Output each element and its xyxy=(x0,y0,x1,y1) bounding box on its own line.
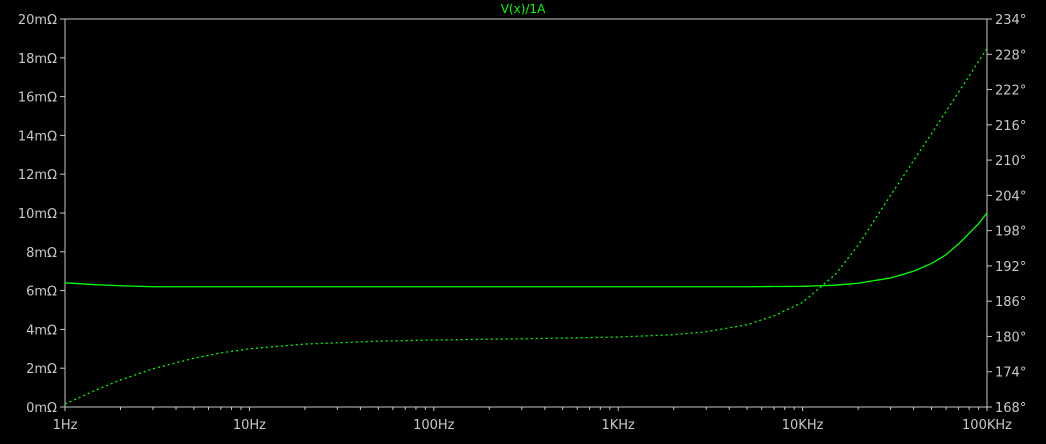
y-right-tick-label: 192° xyxy=(995,260,1026,275)
y-left-tick-label: 18mΩ xyxy=(18,52,57,67)
series-line-phase xyxy=(64,48,988,405)
y-right-tick-label: 210° xyxy=(995,154,1026,169)
y-left-tick-label: 0mΩ xyxy=(26,401,57,416)
y-right-tick-label: 198° xyxy=(995,225,1026,240)
y-right-tick-label: 180° xyxy=(995,330,1026,345)
y-right-tick-label: 216° xyxy=(995,119,1026,134)
x-axis: 1Hz 10Hz 100Hz 1KHz 10KHz 100KHz xyxy=(53,407,1012,433)
y-left-axis: 0mΩ 2mΩ 4mΩ 6mΩ 8mΩ 10mΩ 12mΩ 14mΩ 16mΩ 18mΩ 20mΩ xyxy=(18,13,65,416)
chart: V(x)/1A 1Hz 10Hz 100Hz 1KHz 10KHz 100KHz 0mΩ 2… xyxy=(18,2,1026,433)
y-right-tick-label: 204° xyxy=(995,189,1026,204)
y-right-tick-label: 186° xyxy=(995,295,1026,310)
y-left-tick-label: 12mΩ xyxy=(18,168,57,183)
y-left-tick-label: 2mΩ xyxy=(26,362,57,377)
series-line-magnitude xyxy=(64,212,988,288)
y-left-tick-label: 10mΩ xyxy=(18,207,57,222)
x-tick-label: 10KHz xyxy=(782,418,824,433)
x-tick-label: 100Hz xyxy=(413,418,455,433)
y-right-tick-label: 234° xyxy=(995,13,1026,28)
x-tick-label: 100KHz xyxy=(962,418,1012,433)
y-left-tick-label: 8mΩ xyxy=(26,246,57,261)
y-right-axis: 168° 174° 180° 186° 192° 198° 204° 210° 216° 222°… xyxy=(987,13,1026,416)
y-right-tick-label: 222° xyxy=(995,84,1026,99)
series-layer xyxy=(64,48,988,405)
y-right-tick-label: 174° xyxy=(995,366,1026,381)
y-right-tick-label: 228° xyxy=(995,48,1026,63)
chart-title: V(x)/1A xyxy=(501,2,546,16)
y-left-tick-label: 16mΩ xyxy=(18,91,57,106)
plot-frame xyxy=(64,18,988,408)
y-left-tick-label: 20mΩ xyxy=(18,13,57,28)
y-right-tick-label: 168° xyxy=(995,401,1026,416)
y-left-tick-label: 4mΩ xyxy=(26,323,57,338)
x-tick-label: 1KHz xyxy=(601,418,635,433)
x-tick-label: 1Hz xyxy=(53,418,78,433)
x-tick-label: 10Hz xyxy=(233,418,266,433)
y-left-tick-label: 6mΩ xyxy=(26,285,57,300)
y-left-tick-label: 14mΩ xyxy=(18,129,57,144)
